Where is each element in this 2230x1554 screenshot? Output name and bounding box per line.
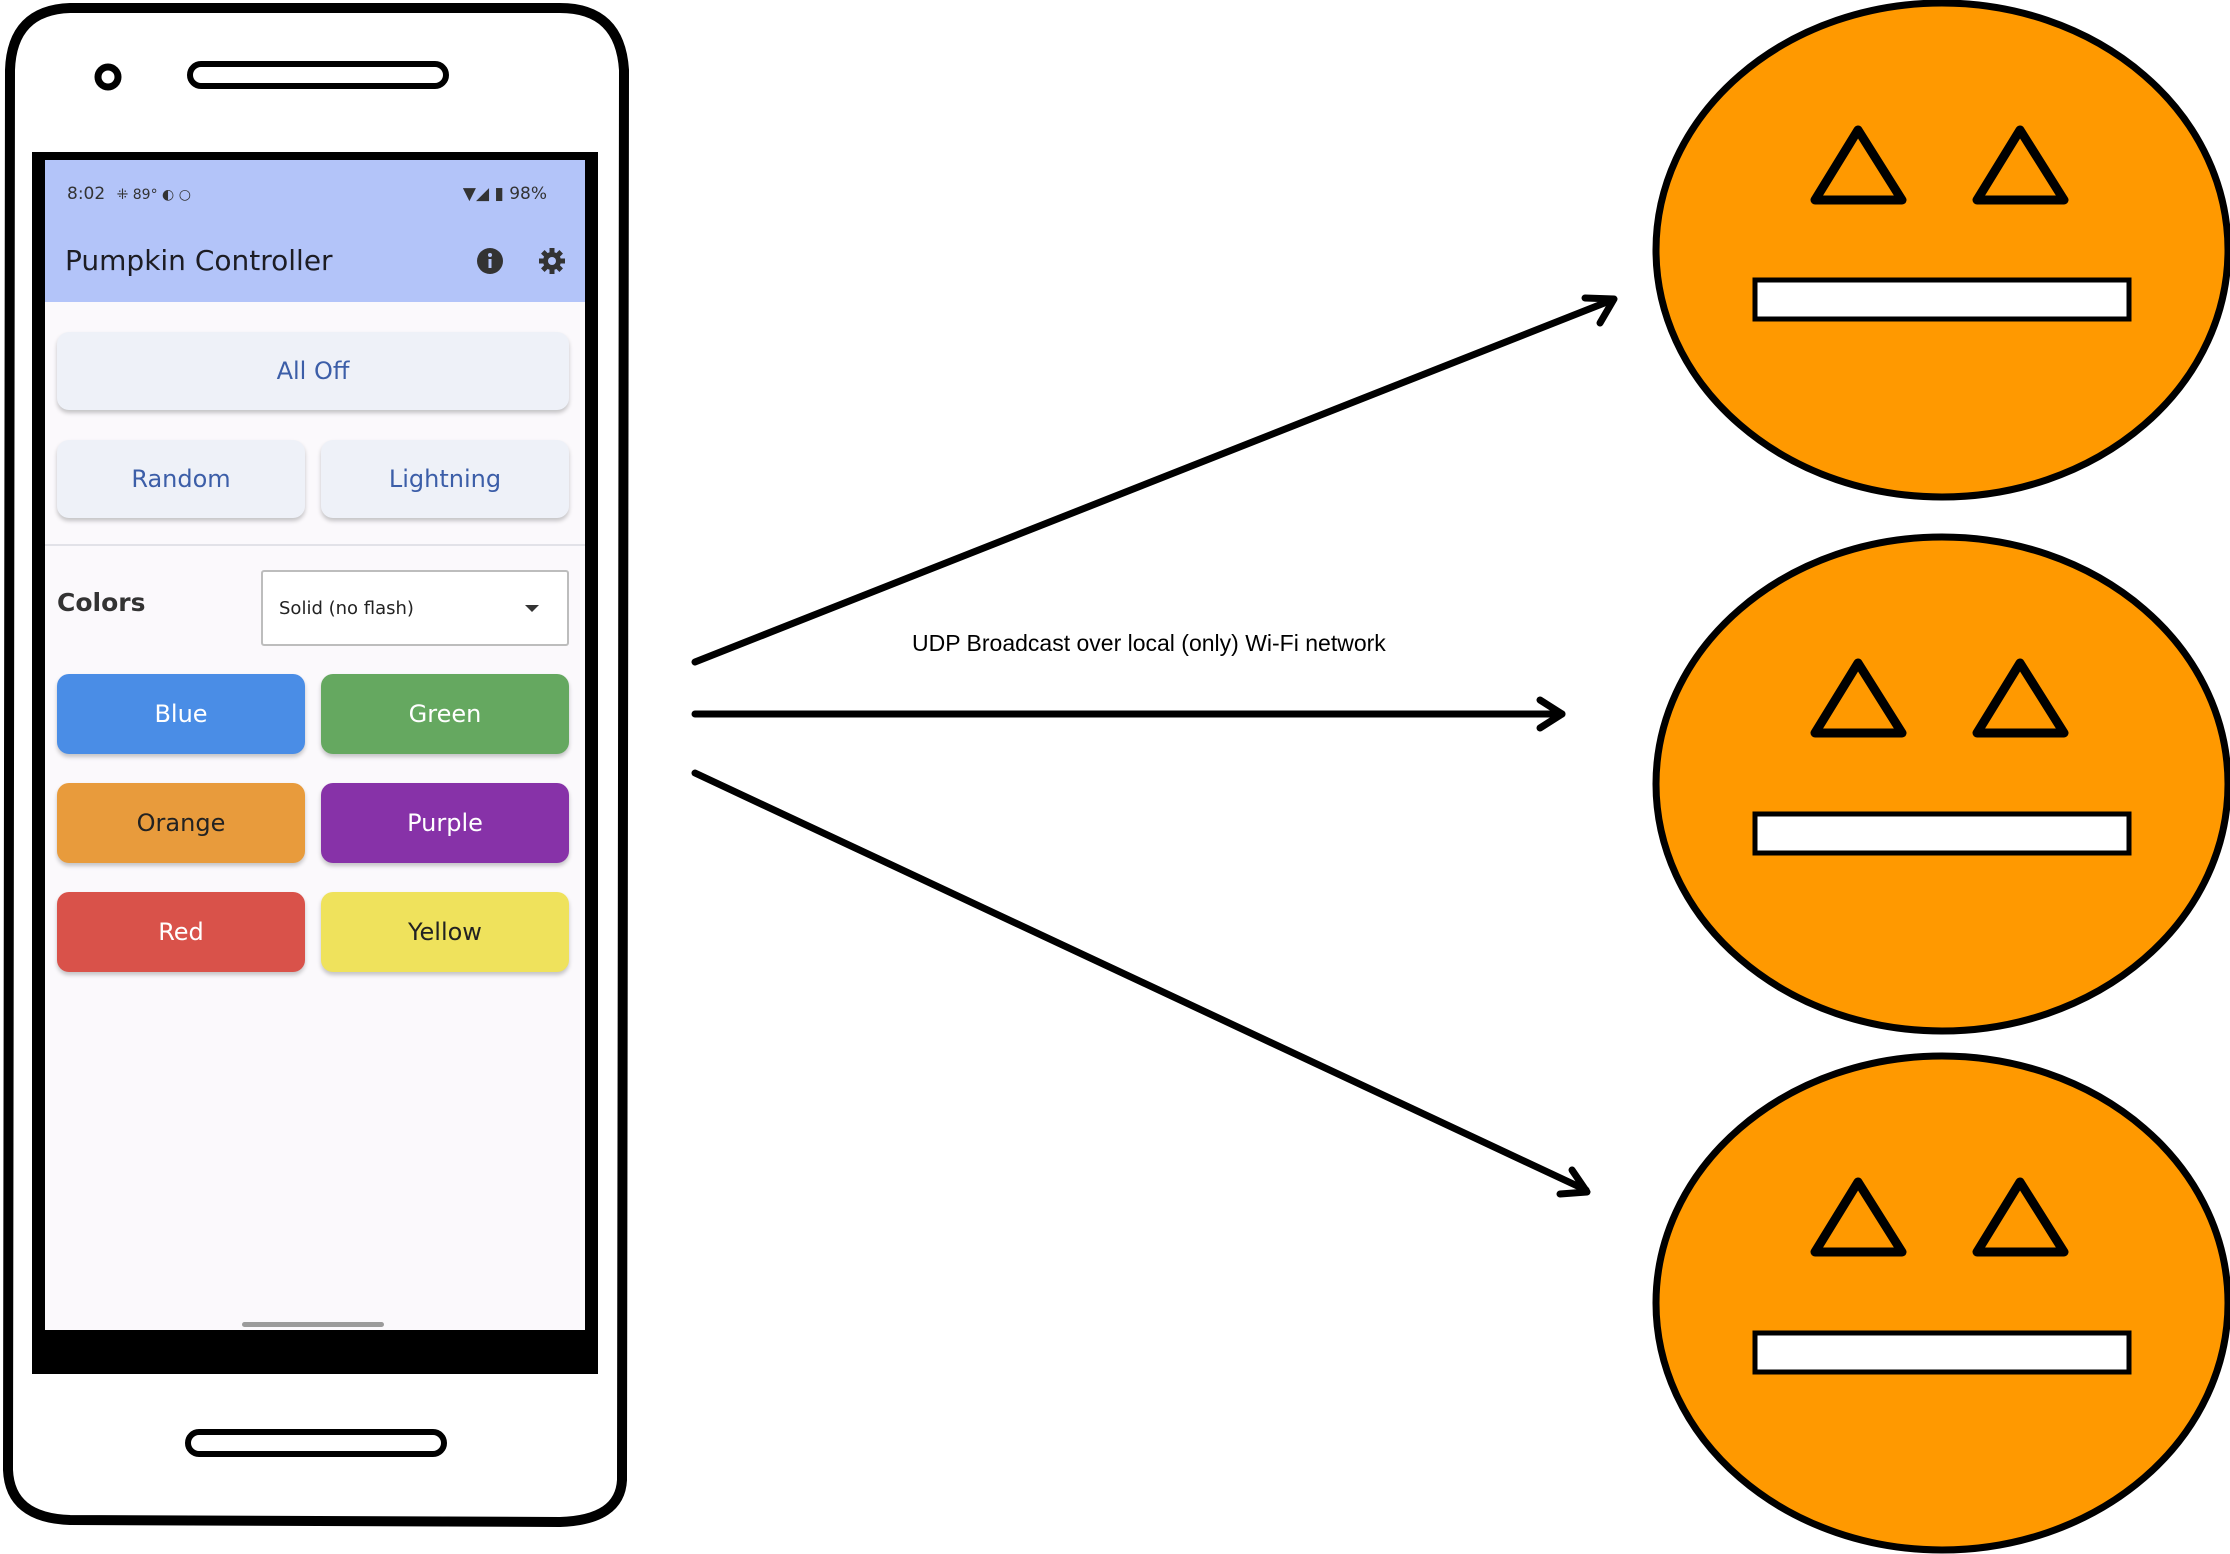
phone-speaker <box>187 61 449 89</box>
network-label: UDP Broadcast over local (only) Wi-Fi ne… <box>912 630 1386 656</box>
phone-camera <box>94 63 122 91</box>
color-button-yellow[interactable]: Yellow <box>321 892 569 972</box>
color-button-red[interactable]: Red <box>57 892 305 972</box>
pumpkin-2 <box>1652 533 2230 1035</box>
pumpkin-head <box>1652 533 2230 1035</box>
all-off-button[interactable]: All Off <box>57 332 569 410</box>
dropdown-arrow-icon <box>525 605 539 612</box>
flash-mode-dropdown[interactable]: Solid (no flash) <box>261 570 569 646</box>
arrow-lower <box>691 769 1590 1194</box>
colors-label: Colors <box>57 588 146 617</box>
gear-icon[interactable] <box>537 246 567 276</box>
status-left-icons: ⁜ 89° ◐ ○ <box>116 187 191 203</box>
broadcast-arrows <box>691 294 1618 1198</box>
pumpkin-mouth <box>1752 277 2132 322</box>
pumpkin-3 <box>1652 1052 2230 1554</box>
dropdown-value: Solid (no flash) <box>279 598 414 619</box>
color-button-orange[interactable]: Orange <box>57 783 305 863</box>
divider <box>45 544 585 546</box>
status-left: 8:02 ⁜ 89° ◐ ○ <box>67 184 191 204</box>
random-button[interactable]: Random <box>57 440 305 518</box>
info-icon[interactable] <box>475 246 505 276</box>
status-bar: 8:02 ⁜ 89° ◐ ○ ▼◢ ▮ 98% <box>45 160 585 222</box>
lightning-button[interactable]: Lightning <box>321 440 569 518</box>
color-button-purple[interactable]: Purple <box>321 783 569 863</box>
home-indicator[interactable] <box>242 1322 384 1327</box>
pumpkin-mouth <box>1752 811 2132 856</box>
phone-bottom-speaker <box>185 1429 447 1457</box>
status-right-icons: ▼◢ ▮ 98% <box>462 184 547 204</box>
color-button-green[interactable]: Green <box>321 674 569 754</box>
pumpkin-mouth <box>1752 1330 2132 1375</box>
status-time: 8:02 <box>67 184 106 204</box>
color-button-blue[interactable]: Blue <box>57 674 305 754</box>
phone-screen: 8:02 ⁜ 89° ◐ ○ ▼◢ ▮ 98% Pumpkin Controll… <box>45 160 585 1330</box>
pumpkin-head <box>1652 1052 2230 1554</box>
pumpkin-1 <box>1652 0 2230 501</box>
pumpkin-head <box>1652 0 2230 501</box>
arrow-upper <box>691 296 1616 666</box>
app-bar: Pumpkin Controller <box>45 222 585 302</box>
app-title: Pumpkin Controller <box>65 244 333 277</box>
